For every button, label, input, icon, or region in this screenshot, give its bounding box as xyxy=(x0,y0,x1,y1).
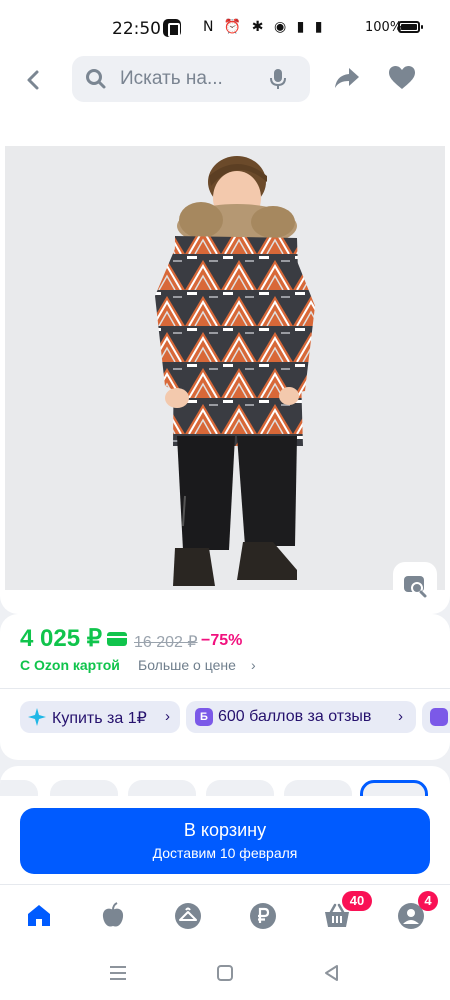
system-navigation-bar xyxy=(0,944,450,1000)
search-input[interactable]: Искать на... xyxy=(72,56,310,102)
microphone-icon[interactable] xyxy=(268,67,288,91)
apple-icon xyxy=(102,902,124,927)
app-notification-icon xyxy=(163,19,181,37)
tab-profile[interactable]: 4 xyxy=(396,891,438,931)
bottom-tab-bar: 40 4 xyxy=(0,884,450,944)
promo-chips: Купить за 1₽ › Б 600 баллов за отзыв › xyxy=(0,688,450,760)
status-indicators-icon: N ⏰ ✱ ◉ ▮ ▮ xyxy=(203,19,326,35)
hanger-icon xyxy=(175,903,201,929)
price-block: 4 025 ₽ 16 202 ₽ −75% С Ozon картой Боль… xyxy=(0,614,450,688)
top-bar: Искать на... xyxy=(0,56,450,118)
extra-chip-icon xyxy=(430,708,448,726)
home-square-icon[interactable] xyxy=(215,963,235,983)
battery-icon xyxy=(398,21,423,33)
search-icon xyxy=(86,69,106,89)
profile-notifications-badge: 4 xyxy=(418,891,438,911)
sparkle-icon xyxy=(28,708,46,726)
tab-cart[interactable]: 40 xyxy=(322,891,372,931)
tab-home[interactable] xyxy=(24,901,54,931)
tab-finance[interactable] xyxy=(248,901,278,931)
old-price: 16 202 ₽ xyxy=(134,634,198,651)
discount-badge: −75% xyxy=(201,632,243,649)
menu-icon[interactable] xyxy=(108,964,128,982)
search-placeholder: Искать на... xyxy=(120,68,223,89)
battery-percent: 100% xyxy=(365,20,403,35)
points-icon: Б xyxy=(195,708,213,726)
status-time: 22:50 xyxy=(112,19,161,39)
back-triangle-icon[interactable] xyxy=(322,963,342,983)
add-to-cart-area: В корзину Доставим 10 февраля xyxy=(0,796,450,884)
buy-for-1-chip[interactable]: Купить за 1₽ › xyxy=(20,701,180,733)
tab-fresh[interactable] xyxy=(98,901,128,931)
status-bar: 22:50 N ⏰ ✱ ◉ ▮ ▮ 100% xyxy=(0,0,450,56)
image-search-button[interactable] xyxy=(393,562,437,606)
review-points-label: 600 баллов за отзыв xyxy=(218,708,372,725)
heart-icon xyxy=(389,66,415,89)
ozon-card-label: С Ozon картой xyxy=(20,657,120,673)
current-price: 4 025 ₽ xyxy=(20,625,102,652)
back-arrow-icon xyxy=(27,70,39,90)
gallery-frame xyxy=(5,122,445,608)
add-to-cart-label: В корзину xyxy=(183,820,267,840)
buy-for-1-label: Купить за 1₽ xyxy=(52,710,147,727)
image-search-icon xyxy=(404,576,427,598)
chevron-right-icon: › xyxy=(251,657,256,673)
ruble-icon xyxy=(250,903,276,929)
favorite-button[interactable] xyxy=(388,65,416,96)
product-photo[interactable] xyxy=(5,146,445,590)
extra-chip[interactable] xyxy=(422,701,450,733)
ozon-card-icon xyxy=(107,632,127,646)
add-to-cart-button[interactable]: В корзину Доставим 10 февраля xyxy=(20,808,430,874)
review-points-chip[interactable]: Б 600 баллов за отзыв › xyxy=(186,701,416,733)
price-details-link[interactable]: Больше о цене xyxy=(138,657,236,673)
tab-clothes[interactable] xyxy=(173,901,203,931)
product-gallery xyxy=(0,118,450,614)
chevron-right-icon: › xyxy=(165,708,170,725)
cart-count-badge: 40 xyxy=(342,891,372,911)
back-button[interactable] xyxy=(18,64,50,96)
chevron-right-icon: › xyxy=(398,708,403,725)
home-icon xyxy=(28,905,50,926)
share-icon xyxy=(335,68,359,88)
delivery-date-label: Доставим 10 февраля xyxy=(152,845,298,861)
share-button[interactable] xyxy=(332,64,362,97)
child-jumpsuit-illustration xyxy=(155,156,315,586)
